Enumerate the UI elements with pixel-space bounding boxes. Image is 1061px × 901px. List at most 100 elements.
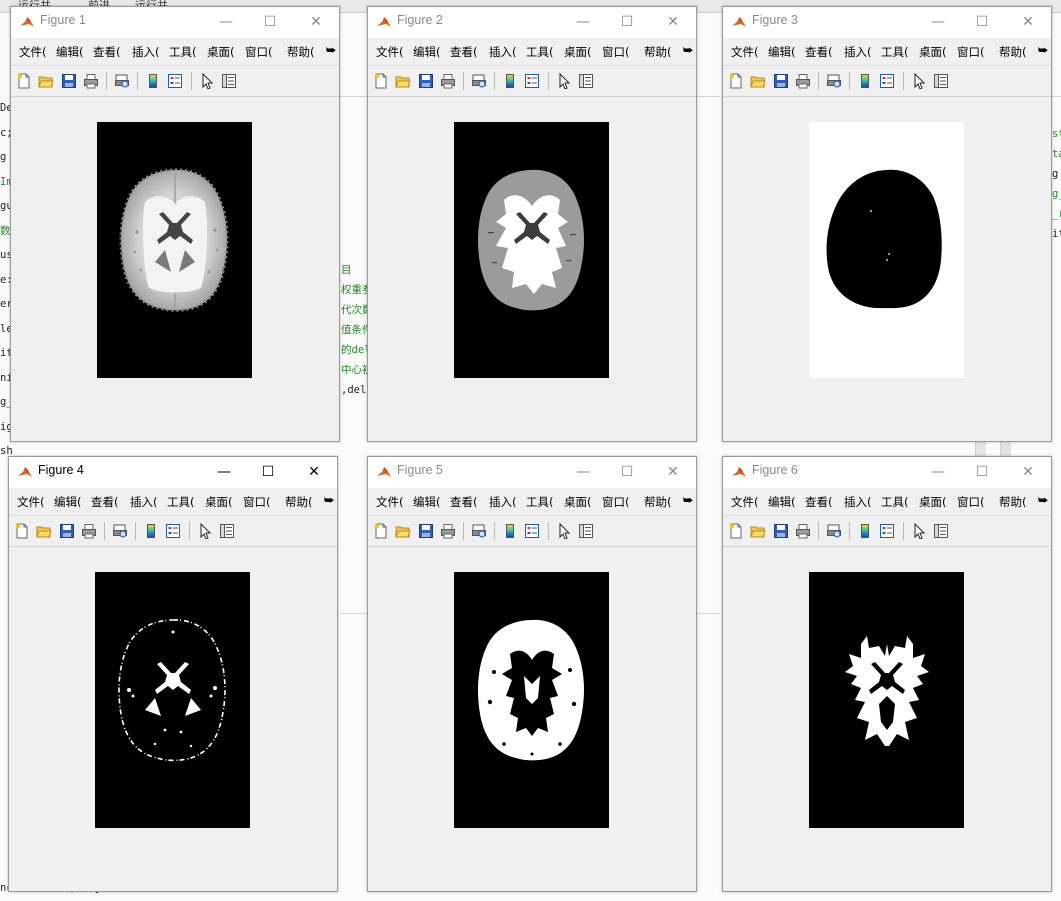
- print-preview-icon[interactable]: [826, 73, 842, 89]
- save-icon[interactable]: [773, 523, 789, 539]
- maximize-button[interactable]: ☐: [257, 11, 283, 33]
- menu-overflow-icon[interactable]: ⮩: [326, 44, 336, 58]
- property-inspector-icon[interactable]: [933, 523, 949, 539]
- menu-item[interactable]: 桌面(: [564, 44, 592, 60]
- menu-item[interactable]: 工具(: [881, 44, 909, 60]
- print-icon[interactable]: [83, 73, 99, 89]
- menu-item[interactable]: 桌面(: [564, 494, 592, 510]
- pointer-icon[interactable]: [199, 72, 215, 90]
- menu-item[interactable]: 文件(: [376, 494, 404, 510]
- menu-item[interactable]: 工具(: [881, 494, 909, 510]
- figure-window[interactable]: Figure 4 — ☐ ✕ 文件(编辑(查看(插入(工具(桌面(窗口(帮助(⮩: [8, 456, 338, 892]
- close-button[interactable]: ✕: [303, 11, 329, 33]
- print-icon[interactable]: [795, 523, 811, 539]
- menu-overflow-icon[interactable]: ⮩: [683, 494, 693, 508]
- menu-item[interactable]: 文件(: [17, 494, 45, 510]
- minimize-button[interactable]: —: [570, 461, 596, 483]
- colorbar-icon[interactable]: [857, 523, 873, 539]
- menu-item[interactable]: 编辑(: [413, 494, 441, 510]
- menu-item[interactable]: 插入(: [489, 494, 517, 510]
- minimize-button[interactable]: —: [925, 461, 951, 483]
- figure-titlebar[interactable]: Figure 3 — ☐ ✕: [723, 7, 1051, 38]
- legend-icon[interactable]: [879, 523, 895, 539]
- figure-titlebar[interactable]: Figure 6 — ☐ ✕: [723, 457, 1051, 488]
- property-inspector-icon[interactable]: [578, 73, 594, 89]
- legend-icon[interactable]: [879, 73, 895, 89]
- menu-overflow-icon[interactable]: ⮩: [1038, 44, 1048, 58]
- new-figure-icon[interactable]: [373, 73, 389, 89]
- print-icon[interactable]: [81, 523, 97, 539]
- colorbar-icon[interactable]: [502, 523, 518, 539]
- menu-item[interactable]: 窗口(: [602, 494, 630, 510]
- menu-item[interactable]: 文件(: [19, 44, 47, 60]
- maximize-button[interactable]: ☐: [614, 11, 640, 33]
- open-file-icon[interactable]: [750, 73, 766, 89]
- menu-item[interactable]: 窗口(: [602, 44, 630, 60]
- minimize-button[interactable]: —: [570, 11, 596, 33]
- legend-icon[interactable]: [524, 523, 540, 539]
- figure-window[interactable]: Figure 5 — ☐ ✕ 文件(编辑(查看(插入(工具(桌面(窗口(帮助(⮩: [367, 456, 697, 892]
- maximize-button[interactable]: ☐: [614, 461, 640, 483]
- figure-window[interactable]: Figure 1 — ☐ ✕ 文件(编辑(查看(插入(工具(桌面(窗口(帮助(⮩: [10, 6, 340, 442]
- menu-item[interactable]: 工具(: [169, 44, 197, 60]
- figure-window[interactable]: Figure 3 — ☐ ✕ 文件(编辑(查看(插入(工具(桌面(窗口(帮助(⮩: [722, 6, 1052, 442]
- property-inspector-icon[interactable]: [578, 523, 594, 539]
- new-figure-icon[interactable]: [728, 73, 744, 89]
- menu-item[interactable]: 查看(: [805, 44, 833, 60]
- menu-item[interactable]: 插入(: [489, 44, 517, 60]
- menu-item[interactable]: 插入(: [844, 494, 872, 510]
- pointer-icon[interactable]: [197, 522, 213, 540]
- new-figure-icon[interactable]: [728, 523, 744, 539]
- save-icon[interactable]: [61, 73, 77, 89]
- colorbar-icon[interactable]: [502, 73, 518, 89]
- property-inspector-icon[interactable]: [933, 73, 949, 89]
- legend-icon[interactable]: [524, 73, 540, 89]
- menu-item[interactable]: 插入(: [132, 44, 160, 60]
- maximize-button[interactable]: ☐: [969, 461, 995, 483]
- menu-item[interactable]: 编辑(: [413, 44, 441, 60]
- minimize-button[interactable]: —: [211, 461, 237, 483]
- menu-item[interactable]: 帮助(: [999, 44, 1027, 60]
- close-button[interactable]: ✕: [1015, 461, 1041, 483]
- new-figure-icon[interactable]: [16, 73, 32, 89]
- menu-item[interactable]: 窗口(: [957, 494, 985, 510]
- maximize-button[interactable]: ☐: [969, 11, 995, 33]
- figure-window[interactable]: Figure 6 — ☐ ✕ 文件(编辑(查看(插入(工具(桌面(窗口(帮助(⮩: [722, 456, 1052, 892]
- menu-item[interactable]: 帮助(: [287, 44, 315, 60]
- menu-item[interactable]: 编辑(: [54, 494, 82, 510]
- menu-item[interactable]: 编辑(: [768, 44, 796, 60]
- menu-item[interactable]: 窗口(: [245, 44, 273, 60]
- legend-icon[interactable]: [165, 523, 181, 539]
- menu-item[interactable]: 桌面(: [207, 44, 235, 60]
- menu-overflow-icon[interactable]: ⮩: [1038, 494, 1048, 508]
- pointer-icon[interactable]: [556, 72, 572, 90]
- save-icon[interactable]: [59, 523, 75, 539]
- menu-item[interactable]: 编辑(: [56, 44, 84, 60]
- print-preview-icon[interactable]: [471, 523, 487, 539]
- new-figure-icon[interactable]: [14, 523, 30, 539]
- open-file-icon[interactable]: [750, 523, 766, 539]
- open-file-icon[interactable]: [36, 523, 52, 539]
- save-icon[interactable]: [773, 73, 789, 89]
- save-icon[interactable]: [418, 73, 434, 89]
- print-preview-icon[interactable]: [112, 523, 128, 539]
- new-figure-icon[interactable]: [373, 523, 389, 539]
- open-file-icon[interactable]: [38, 73, 54, 89]
- property-inspector-icon[interactable]: [219, 523, 235, 539]
- menu-item[interactable]: 窗口(: [243, 494, 271, 510]
- menu-item[interactable]: 查看(: [450, 494, 478, 510]
- figure-titlebar[interactable]: Figure 4 — ☐ ✕: [9, 457, 337, 488]
- figure-window[interactable]: Figure 2 — ☐ ✕ 文件(编辑(查看(插入(工具(桌面(窗口(帮助(⮩: [367, 6, 697, 442]
- open-file-icon[interactable]: [395, 523, 411, 539]
- menu-item[interactable]: 帮助(: [644, 44, 672, 60]
- menu-item[interactable]: 文件(: [731, 44, 759, 60]
- minimize-button[interactable]: —: [213, 11, 239, 33]
- menu-item[interactable]: 查看(: [93, 44, 121, 60]
- menu-item[interactable]: 查看(: [91, 494, 119, 510]
- menu-item[interactable]: 插入(: [130, 494, 158, 510]
- menu-item[interactable]: 查看(: [450, 44, 478, 60]
- menu-item[interactable]: 工具(: [526, 44, 554, 60]
- pointer-icon[interactable]: [911, 72, 927, 90]
- colorbar-icon[interactable]: [145, 73, 161, 89]
- print-preview-icon[interactable]: [826, 523, 842, 539]
